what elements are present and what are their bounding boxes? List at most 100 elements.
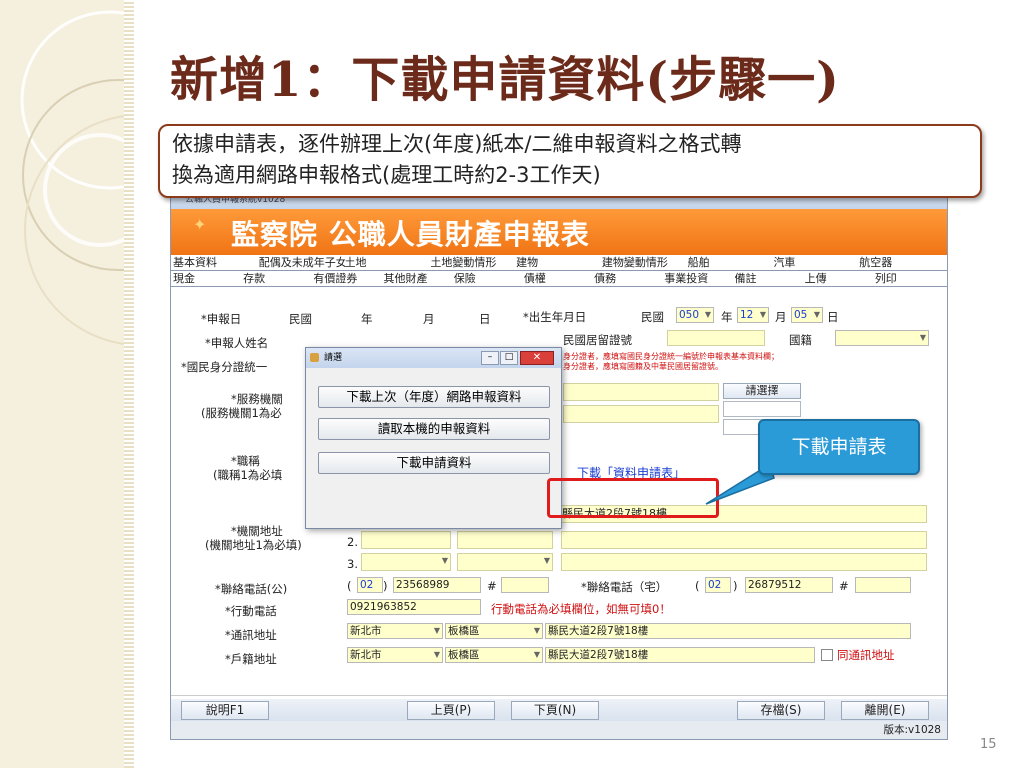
agency-input-2[interactable] — [563, 405, 719, 423]
home-area-code-input[interactable]: 02 — [705, 577, 731, 593]
household-district-select[interactable]: 板橋區 ▼ — [445, 647, 543, 663]
tab-debt[interactable]: 債務 — [594, 271, 664, 286]
tab-aircraft[interactable]: 航空器 — [859, 255, 945, 270]
same-as-mail-label: 同通訊地址 — [837, 648, 895, 662]
tab-building[interactable]: 建物 — [516, 255, 602, 270]
office-phone-label: *聯絡電話(公) — [215, 582, 288, 596]
tab-car[interactable]: 汽車 — [773, 255, 859, 270]
birth-month-unit: 月 — [775, 310, 787, 324]
mobile-note: 行動電話為必填欄位，如無可填0！ — [491, 602, 671, 616]
download-application-data-button[interactable]: 下載申請資料 — [318, 452, 550, 474]
chevron-down-icon: ▼ — [533, 626, 540, 635]
page-number: 15 — [980, 737, 997, 752]
office-ext-label: # — [487, 579, 497, 593]
tab-remarks[interactable]: 備註 — [734, 271, 804, 286]
office-address-input-3[interactable] — [561, 553, 927, 571]
tab-basic-info[interactable]: 基本資料 — [173, 255, 259, 270]
help-button[interactable]: 說明F1 — [181, 701, 269, 720]
office-phone-input[interactable]: 23568989 — [393, 577, 481, 593]
household-city-select[interactable]: 新北市 ▼ — [347, 647, 443, 663]
office-ext-input[interactable] — [501, 577, 549, 593]
next-page-button[interactable]: 下頁(N) — [511, 701, 599, 720]
tab-upload[interactable]: 上傳 — [805, 271, 875, 286]
agency-select-slot-2[interactable] — [723, 401, 801, 417]
sparkle-icon: ✦ — [193, 215, 207, 234]
dialog-title: 請選 — [324, 353, 343, 363]
home-ext-label: # — [839, 579, 849, 593]
birth-minguo-label: 民國 — [641, 310, 664, 324]
home-ext-input[interactable] — [855, 577, 911, 593]
select-dialog: 請選 – □ ✕ 下載上次（年度）網路申報資料 讀取本機的申報資料 下載申請資料 — [305, 347, 562, 529]
job-title-note: (職稱1為必填 — [213, 468, 283, 482]
maximize-icon[interactable]: □ — [500, 351, 518, 365]
read-local-data-button[interactable]: 讀取本機的申報資料 — [318, 418, 550, 440]
household-street-input[interactable]: 縣民大道2段7號18樓 — [545, 647, 815, 663]
home-phone-input[interactable]: 26879512 — [745, 577, 833, 593]
office-district-select-3[interactable]: ▼ — [457, 553, 553, 571]
chevron-down-icon: ▼ — [759, 310, 766, 319]
tabs-row-1: 基本資料 配偶及未成年子女 土地 土地變動情形 建物 建物變動情形 船舶 汽車 … — [171, 255, 947, 271]
residence-permit-input[interactable] — [667, 330, 765, 346]
same-as-mail-checkbox[interactable] — [821, 649, 833, 661]
callout-line-2: 換為適用網路申報格式(處理工時約2-3工作天) — [172, 163, 601, 187]
office-district-select-2[interactable] — [457, 531, 553, 549]
office-city-select-3[interactable]: ▼ — [361, 553, 451, 571]
reporter-name-label: *申報人姓名 — [205, 336, 269, 350]
download-last-year-button[interactable]: 下載上次（年度）網路申報資料 — [318, 386, 550, 408]
chevron-down-icon: ▼ — [813, 310, 820, 319]
report-date-label: *申報日 — [201, 312, 242, 326]
birth-day-select[interactable]: 05 ▼ — [791, 307, 823, 323]
tab-land[interactable]: 土地 — [345, 255, 431, 270]
tab-other-property[interactable]: 其他財產 — [384, 271, 454, 286]
mobile-input[interactable]: 0921963852 — [347, 599, 481, 615]
minguo-label: 民國 — [289, 312, 312, 326]
callout-line-1: 依據申請表，逐件辦理上次(年度)紙本/二維申報資料之格式轉 — [172, 132, 742, 156]
office-area-code-input[interactable]: 02 — [357, 577, 383, 593]
select-agency-button[interactable]: 請選擇 — [723, 383, 801, 399]
prev-page-button[interactable]: 上頁(P) — [407, 701, 495, 720]
chevron-down-icon: ▼ — [533, 650, 540, 659]
minimize-icon[interactable]: – — [481, 351, 499, 365]
chevron-down-icon: ▼ — [704, 310, 711, 319]
tab-building-change[interactable]: 建物變動情形 — [602, 255, 688, 270]
tab-insurance[interactable]: 保險 — [454, 271, 524, 286]
address-row-2-label: 2. — [347, 535, 358, 549]
slide-title: 新增1：下載申請資料(步驟一) — [170, 52, 840, 108]
app-icon — [310, 353, 319, 362]
birth-month-select[interactable]: 12 ▼ — [737, 307, 769, 323]
chevron-down-icon: ▼ — [433, 626, 440, 635]
tab-spouse-children[interactable]: 配偶及未成年子女 — [259, 255, 345, 270]
tab-credit[interactable]: 債權 — [524, 271, 594, 286]
chevron-down-icon: ▼ — [919, 333, 926, 342]
agency-note: (服務機關1為必 — [201, 406, 282, 420]
tab-business-investment[interactable]: 事業投資 — [664, 271, 734, 286]
exit-button[interactable]: 離開(E) — [841, 701, 929, 720]
birth-year-select[interactable]: 050 ▼ — [676, 307, 714, 323]
chevron-down-icon: ▼ — [543, 556, 550, 565]
tab-print[interactable]: 列印 — [875, 271, 945, 286]
tab-cash[interactable]: 現金 — [173, 271, 243, 286]
tab-ship[interactable]: 船舶 — [688, 255, 774, 270]
mail-district-select[interactable]: 板橋區 ▼ — [445, 623, 543, 639]
tab-land-change[interactable]: 土地變動情形 — [430, 255, 516, 270]
nationality-select[interactable]: ▼ — [835, 330, 929, 346]
agency-input-1[interactable] — [563, 383, 719, 401]
residence-permit-label: 民國居留證號 — [563, 333, 632, 347]
home-phone-label: *聯絡電話（宅） — [581, 580, 668, 594]
save-button[interactable]: 存檔(S) — [737, 701, 825, 720]
address-row-3-label: 3. — [347, 557, 358, 571]
office-address-input-2[interactable] — [561, 531, 927, 549]
office-phone-paren-close: ) — [383, 579, 388, 593]
tabs-row-2: 現金 存款 有價證券 其他財產 保險 債權 債務 事業投資 備註 上傳 列印 — [171, 271, 947, 287]
office-city-select-2[interactable] — [361, 531, 451, 549]
decorative-circles — [20, 10, 124, 345]
app-banner: ✦ 監察院 公職人員財產申報表 — [171, 209, 947, 255]
tab-securities[interactable]: 有價證券 — [313, 271, 383, 286]
mail-address-label: *通訊地址 — [225, 628, 277, 642]
close-icon[interactable]: ✕ — [520, 351, 554, 365]
tab-deposit[interactable]: 存款 — [243, 271, 313, 286]
decorative-grid-band — [124, 0, 134, 768]
mail-city-select[interactable]: 新北市 ▼ — [347, 623, 443, 639]
download-form-tooltip: 下載申請表 — [758, 419, 920, 475]
mail-street-input[interactable]: 縣民大道2段7號18樓 — [545, 623, 911, 639]
